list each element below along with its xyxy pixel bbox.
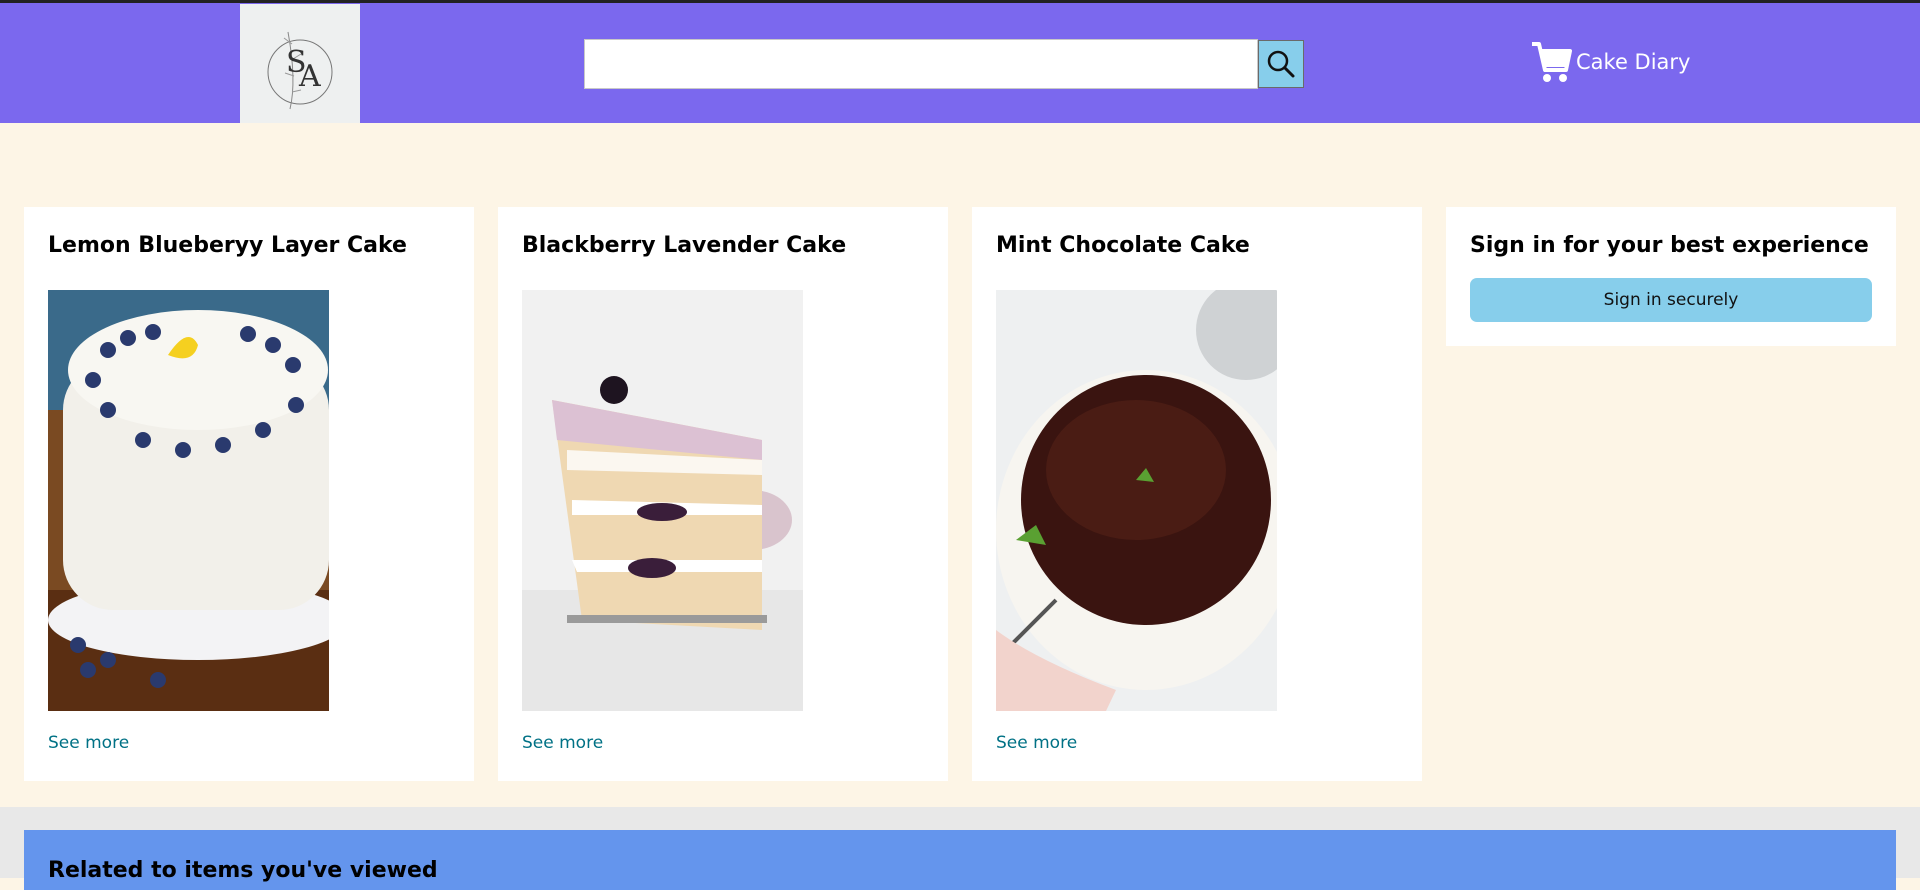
see-more-link[interactable]: See more	[996, 733, 1077, 753]
cart-link[interactable]: Cake Diary	[1530, 37, 1690, 87]
product-card: Lemon Blueberyy Layer Cake See more	[24, 207, 474, 781]
mint-chocolate-cake-image[interactable]	[996, 290, 1277, 711]
search-button[interactable]	[1258, 40, 1304, 88]
card-title: Blackberry Lavender Cake	[522, 233, 847, 258]
search-bar	[584, 39, 1304, 89]
card-title: Lemon Blueberyy Layer Cake	[48, 233, 407, 258]
signin-title: Sign in for your best experience	[1470, 233, 1869, 258]
related-title: Related to items you've viewed	[48, 858, 438, 883]
product-card: Blackberry Lavender Cake See more	[498, 207, 948, 781]
cart-label: Cake Diary	[1576, 50, 1691, 74]
product-card: Mint Chocolate Cake See more	[972, 207, 1422, 781]
card-title: Mint Chocolate Cake	[996, 233, 1250, 258]
related-items-section: Related to items you've viewed	[24, 830, 1896, 890]
site-logo[interactable]: S A	[240, 4, 360, 123]
blackberry-lavender-cake-image[interactable]	[522, 290, 803, 711]
see-more-link[interactable]: See more	[48, 733, 129, 753]
see-more-link[interactable]: See more	[522, 733, 603, 753]
site-header: S A Cake Diary	[0, 3, 1920, 123]
cart-icon	[1532, 42, 1572, 82]
signin-card: Sign in for your best experience Sign in…	[1446, 207, 1896, 346]
logo-monogram-icon: S A	[267, 31, 333, 109]
lemon-blueberry-cake-image[interactable]	[48, 290, 329, 711]
search-icon	[1267, 50, 1295, 78]
signin-button[interactable]: Sign in securely	[1470, 278, 1872, 322]
svg-text:A: A	[298, 59, 321, 94]
search-input[interactable]	[584, 39, 1258, 89]
